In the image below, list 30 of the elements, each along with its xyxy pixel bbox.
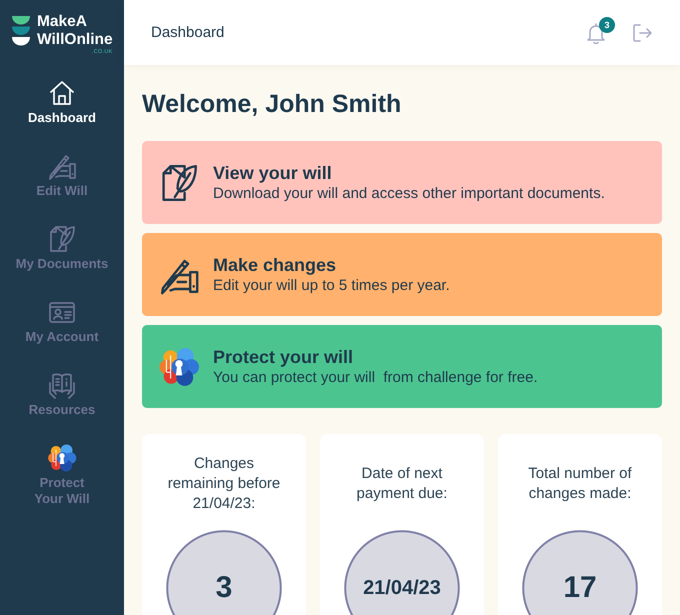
logo-icon	[12, 16, 30, 46]
action-card[interactable]: Make changes Edit your will up to 5 times per year.	[142, 233, 662, 316]
keyhole-cloud-icon	[158, 346, 200, 388]
action-description: You can protect your will from challenge for free.	[213, 368, 538, 388]
sidebar-item[interactable]: My Account	[25, 297, 99, 345]
stat-value: 21/04/23	[344, 530, 460, 615]
action-title: Make changes	[213, 254, 338, 276]
action-card[interactable]: View your will Download your will and access other important documents.	[142, 141, 662, 224]
notification-badge: 3	[599, 16, 615, 32]
document-quill-icon	[47, 224, 77, 254]
action-description: Download your will and access other important documents.	[213, 184, 605, 204]
action-title: View your will	[213, 162, 333, 184]
sidebar-item[interactable]: My Documents	[16, 224, 108, 272]
action-title: Protect your will	[213, 346, 354, 368]
sidebar-item[interactable]: Protect Your Will	[13, 443, 111, 507]
action-card[interactable]: Protect your will You can protect your will from challenge for free.	[142, 325, 662, 408]
house-icon	[47, 78, 77, 108]
stat-label: Date of next payment due:	[356, 464, 448, 504]
stat-value: 3	[166, 530, 282, 615]
stat-label: Changes remaining before 21/04/23:	[166, 454, 282, 514]
action-description: Edit your will up to 5 times per year.	[213, 276, 450, 296]
sidebar-item[interactable]: Edit Will	[36, 151, 88, 199]
sidebar-item[interactable]: Dashboard	[28, 78, 96, 126]
page-title: Dashboard	[151, 24, 224, 41]
keyhole-cloud-icon	[47, 443, 77, 473]
stat-value: 17	[522, 530, 638, 615]
stat-label: Total number of changes made:	[527, 464, 633, 504]
welcome-heading: Welcome, John Smith	[142, 89, 402, 119]
sidebar-item[interactable]: Resources	[28, 370, 96, 418]
logo-text: MakeA WillOnline	[37, 13, 113, 49]
